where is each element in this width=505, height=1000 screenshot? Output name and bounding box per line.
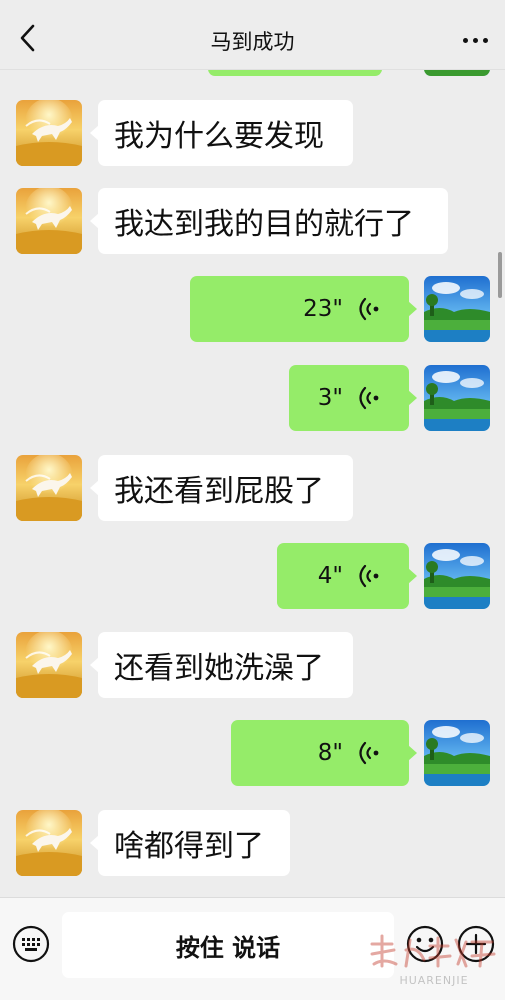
message-bubble-incoming[interactable]: 还看到她洗澡了: [90, 632, 353, 698]
message-bubble-incoming[interactable]: 啥都得到了: [90, 810, 290, 876]
message-bubble-incoming[interactable]: 我达到我的目的就行了: [90, 188, 448, 254]
message-bubble-outgoing-partial[interactable]: [208, 70, 390, 76]
horse-avatar-image: [16, 100, 82, 166]
voice-message-bubble[interactable]: 4": [277, 543, 417, 609]
voice-message-bubble[interactable]: 8": [231, 720, 417, 786]
more-dots-icon: [460, 37, 490, 43]
message-text: 还看到她洗澡了: [114, 651, 324, 686]
voice-message-bubble[interactable]: 3": [289, 365, 417, 431]
more-button[interactable]: [455, 22, 495, 58]
landscape-avatar-image: [424, 365, 490, 431]
voice-duration: 23": [303, 296, 343, 322]
message-text: 我还看到屁股了: [114, 474, 324, 509]
landscape-avatar-image: [424, 276, 490, 342]
hold-to-talk-button[interactable]: 按住 说话: [62, 912, 394, 978]
horse-avatar-image: [16, 632, 82, 698]
chat-title: 马到成功: [210, 30, 295, 54]
avatar-self-partial[interactable]: [424, 70, 490, 76]
landscape-avatar-image: [424, 70, 490, 76]
avatar-self[interactable]: [424, 543, 490, 609]
watermark-logo: HUARENJIE: [370, 934, 496, 987]
chat-screen: 马到成功 我为什么要发现 我达到我的目的就行了 23" 3" 我还看到屁股了 4…: [0, 0, 505, 1000]
keyboard-icon: [12, 925, 50, 963]
message-text: 啥都得到了: [114, 829, 264, 864]
voice-duration: 3": [317, 385, 343, 411]
horse-avatar-image: [16, 455, 82, 521]
message-bubble-incoming[interactable]: 我为什么要发现: [90, 100, 353, 166]
landscape-avatar-image: [424, 720, 490, 786]
chat-history[interactable]: 我为什么要发现 我达到我的目的就行了 23" 3" 我还看到屁股了 4" 还看到…: [0, 70, 505, 898]
chat-scrollbar[interactable]: [498, 252, 502, 298]
message-text: 我达到我的目的就行了: [114, 207, 414, 242]
keyboard-toggle-button[interactable]: [12, 925, 50, 963]
horse-avatar-image: [16, 810, 82, 876]
avatar-contact[interactable]: [16, 455, 82, 521]
voice-wave-icon: [359, 741, 379, 765]
landscape-avatar-image: [424, 543, 490, 609]
voice-wave-icon: [359, 564, 379, 588]
chat-header: 马到成功: [0, 0, 505, 70]
avatar-self[interactable]: [424, 720, 490, 786]
voice-wave-icon: [359, 386, 379, 410]
voice-wave-icon: [359, 297, 379, 321]
message-text: 我为什么要发现: [114, 119, 324, 154]
voice-duration: 8": [317, 740, 343, 766]
avatar-contact[interactable]: [16, 188, 82, 254]
voice-message-bubble[interactable]: 23": [190, 276, 417, 342]
watermark-text: HUARENJIE: [399, 974, 468, 987]
avatar-self[interactable]: [424, 276, 490, 342]
avatar-self[interactable]: [424, 365, 490, 431]
avatar-contact[interactable]: [16, 100, 82, 166]
message-bubble-incoming[interactable]: 我还看到屁股了: [90, 455, 353, 521]
avatar-contact[interactable]: [16, 810, 82, 876]
horse-avatar-image: [16, 188, 82, 254]
avatar-contact[interactable]: [16, 632, 82, 698]
voice-duration: 4": [317, 563, 343, 589]
